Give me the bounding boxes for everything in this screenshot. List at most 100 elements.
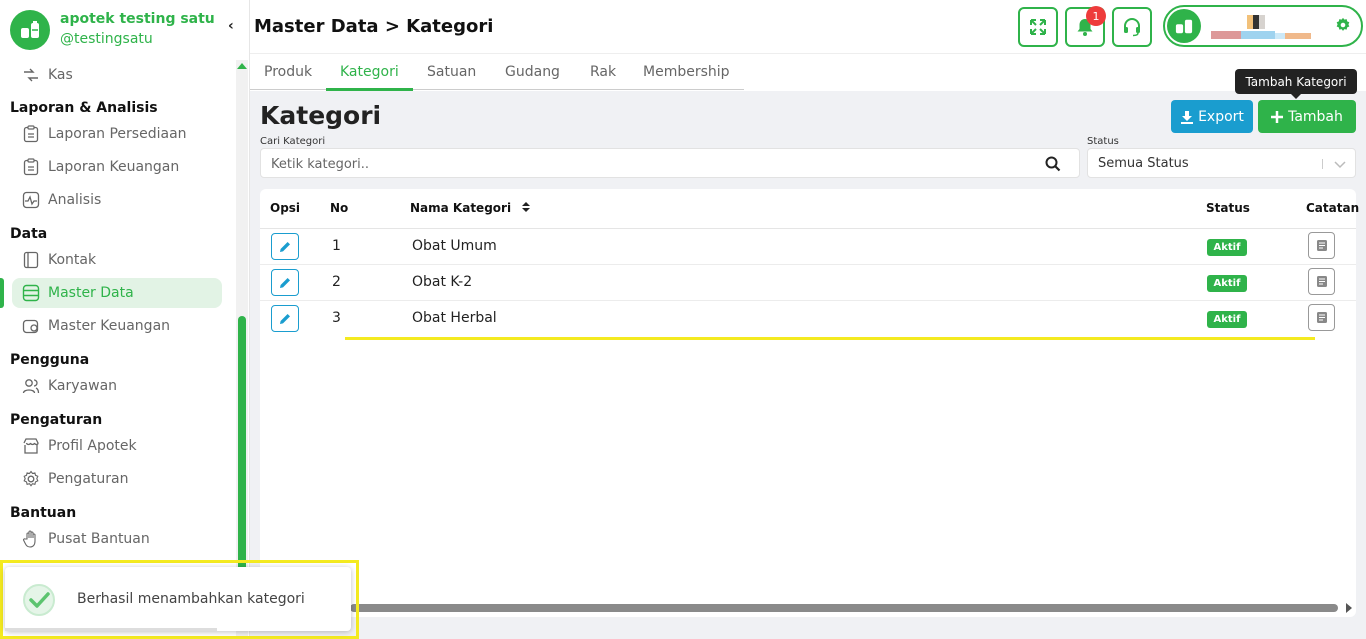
column-header-no: No <box>330 201 349 215</box>
sidebar-item-karyawan[interactable]: Karyawan <box>12 371 222 401</box>
edit-button[interactable] <box>271 233 299 260</box>
tab-kategori[interactable]: Kategori <box>340 64 399 80</box>
add-category-button[interactable]: Tambah <box>1258 100 1356 133</box>
sidebar-item-label: Profil Apotek <box>48 438 137 454</box>
tab-divider <box>250 89 744 90</box>
select-separator <box>1322 159 1323 169</box>
note-icon <box>1316 276 1327 287</box>
sidebar-item-master-data[interactable]: Master Data <box>12 278 222 308</box>
status-badge: Aktif <box>1207 275 1247 292</box>
tab-membership[interactable]: Membership <box>643 64 730 80</box>
note-button[interactable] <box>1308 232 1335 259</box>
horizontal-scrollbar[interactable] <box>350 604 1338 612</box>
section-bantuan: Bantuan <box>10 505 77 521</box>
notification-button[interactable]: 1 <box>1065 6 1106 47</box>
sidebar-item-kas[interactable]: Kas <box>12 60 222 90</box>
sidebar-item-master-keuangan[interactable]: Master Keuangan <box>12 311 222 341</box>
sidebar-item-profil-apotek[interactable]: Profil Apotek <box>12 431 222 461</box>
tab-produk[interactable]: Produk <box>264 64 312 80</box>
table-row: 3 Obat Herbal Aktif <box>260 301 1356 337</box>
sidebar-item-analisis[interactable]: Analisis <box>12 185 222 215</box>
pharmacy-logo-icon <box>10 10 50 50</box>
clipboard-icon <box>21 124 41 144</box>
cash-icon <box>21 65 41 85</box>
scroll-up-arrow-icon[interactable] <box>237 63 247 69</box>
brand: apotek testing satu @testingsatu <box>10 10 250 54</box>
category-name: Obat K-2 <box>412 274 473 290</box>
sidebar-item-label: Karyawan <box>48 378 118 394</box>
sort-icon[interactable] <box>521 201 531 213</box>
note-icon <box>1316 312 1327 323</box>
row-number: 1 <box>332 238 341 254</box>
category-name: Obat Herbal <box>412 310 497 326</box>
edit-button[interactable] <box>271 305 299 332</box>
column-header-catatan: Catatan <box>1306 201 1360 215</box>
table-row: 2 Obat K-2 Aktif <box>260 265 1356 301</box>
fullscreen-button[interactable] <box>1018 7 1058 47</box>
column-header-label: Nama Kategori <box>410 201 512 215</box>
sidebar-item-label: Master Keuangan <box>48 318 171 334</box>
sidebar-item-pusat-bantuan[interactable]: Pusat Bantuan <box>12 524 222 554</box>
tab-satuan[interactable]: Satuan <box>427 64 476 80</box>
column-header-opsi: Opsi <box>270 201 301 215</box>
brand-handle: @testingsatu <box>60 31 153 47</box>
pencil-icon <box>280 277 290 288</box>
sidebar-item-label: Laporan Persediaan <box>48 126 187 142</box>
sidebar-item-label: Pengaturan <box>48 471 129 487</box>
row-number: 3 <box>332 310 341 326</box>
success-toast[interactable]: Berhasil menambahkan kategori <box>5 567 351 631</box>
profile-menu[interactable] <box>1163 5 1363 47</box>
gear-icon <box>21 469 41 489</box>
note-button[interactable] <box>1308 268 1335 295</box>
check-circle-icon <box>23 584 55 616</box>
status-badge: Aktif <box>1207 239 1247 256</box>
sidebar-item-kontak[interactable]: Kontak <box>12 245 222 275</box>
edit-button[interactable] <box>271 269 299 296</box>
clipboard-icon <box>21 157 41 177</box>
search-field[interactable] <box>260 148 1080 178</box>
tab-rak[interactable]: Rak <box>590 64 616 80</box>
search-icon[interactable] <box>1045 156 1061 172</box>
sidebar-item-label: Master Data <box>48 285 134 301</box>
sidebar-item-pengaturan[interactable]: Pengaturan <box>12 464 222 494</box>
sidebar-scroll-thumb[interactable] <box>238 316 246 576</box>
toast-progress-bar <box>5 628 217 631</box>
gear-icon[interactable] <box>1335 17 1351 33</box>
sidebar-item-laporan-keuangan[interactable]: Laporan Keuangan <box>12 152 222 182</box>
sidebar-item-label: Laporan Keuangan <box>48 159 180 175</box>
section-pengguna: Pengguna <box>10 352 90 368</box>
activity-chart-icon <box>21 190 41 210</box>
plus-icon <box>1271 110 1284 123</box>
sidebar-item-label: Kas <box>48 67 73 83</box>
section-pengaturan: Pengaturan <box>10 412 103 428</box>
scroll-right-arrow-icon[interactable] <box>1346 603 1352 613</box>
wallet-icon <box>21 316 41 336</box>
pencil-icon <box>280 313 290 324</box>
sidebar-item-laporan-persediaan[interactable]: Laporan Persediaan <box>12 119 222 149</box>
status-badge: Aktif <box>1207 311 1247 328</box>
database-icon <box>21 283 41 303</box>
search-label: Cari Kategori <box>260 136 326 147</box>
pencil-icon <box>280 241 290 252</box>
support-button[interactable] <box>1112 7 1152 47</box>
tab-gudang[interactable]: Gudang <box>505 64 560 80</box>
main-content: Produk Kategori Satuan Gudang Rak Member… <box>250 55 1366 639</box>
active-nav-indicator <box>0 278 4 308</box>
search-input[interactable] <box>271 155 1031 173</box>
collapse-sidebar-chevron-icon[interactable]: ‹ <box>228 18 234 34</box>
pharmacy-logo-icon <box>1175 19 1193 34</box>
sidebar-nav: Kas Laporan & Analisis Laporan Persediaa… <box>0 60 236 639</box>
export-label: Export <box>1198 108 1244 125</box>
notification-count-badge: 1 <box>1086 6 1106 26</box>
annotation-highlight-line <box>345 337 1315 340</box>
status-selected-value: Semua Status <box>1098 156 1189 171</box>
row-number: 2 <box>332 274 341 290</box>
section-data: Data <box>10 226 48 242</box>
brand-name: apotek testing satu <box>60 11 215 27</box>
section-laporan-analisis: Laporan & Analisis <box>10 100 158 116</box>
status-select[interactable]: Semua Status <box>1087 148 1356 178</box>
export-button[interactable]: Export <box>1171 100 1253 133</box>
note-button[interactable] <box>1308 304 1335 331</box>
column-header-nama-kategori[interactable]: Nama Kategori <box>410 201 531 215</box>
sidebar-item-label: Analisis <box>48 192 102 208</box>
